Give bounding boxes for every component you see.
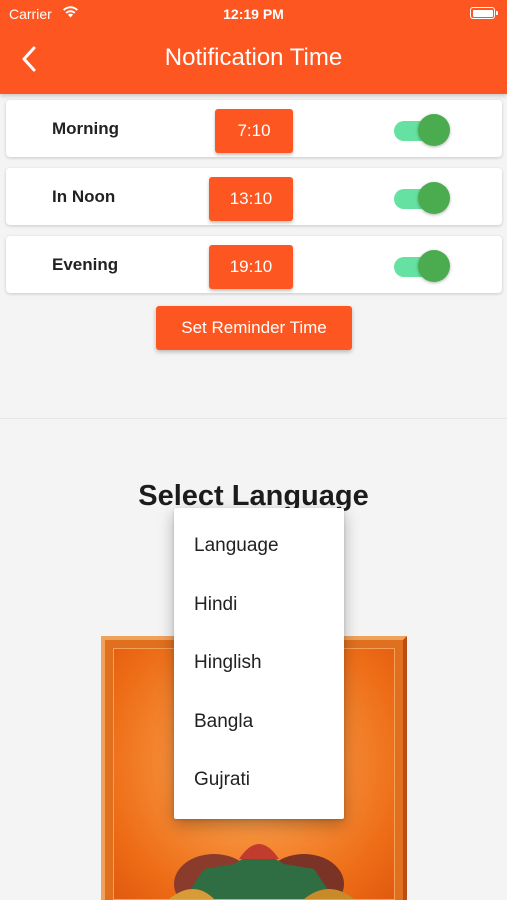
status-bar: Carrier 12:19 PM <box>0 0 507 28</box>
notification-label: In Noon <box>52 187 116 206</box>
toggle-thumb <box>418 250 450 282</box>
language-option-bangla[interactable]: Bangla <box>174 693 344 752</box>
language-dropdown-menu: Language Hindi Hinglish Bangla Gujrati <box>174 508 344 819</box>
time-button-evening[interactable]: 19:10 <box>209 245 293 289</box>
app-header: Carrier 12:19 PM Notification Time <box>0 0 507 94</box>
notification-label: Morning <box>52 119 120 138</box>
notification-row-morning: Morning 7:10 <box>6 100 502 157</box>
language-option-hinglish[interactable]: Hinglish <box>174 634 344 693</box>
set-reminder-button[interactable]: Set Reminder Time <box>156 306 352 350</box>
time-button-morning[interactable]: 7:10 <box>215 109 293 153</box>
notification-row-noon: In Noon 13:10 <box>6 168 502 225</box>
toggle-thumb <box>418 114 450 146</box>
notification-row-evening: Evening 19:10 <box>6 236 502 293</box>
section-divider <box>0 418 507 419</box>
toggle-morning[interactable] <box>394 114 452 146</box>
language-option[interactable]: Language <box>174 517 344 576</box>
language-option-hindi[interactable]: Hindi <box>174 576 344 635</box>
toggle-thumb <box>418 182 450 214</box>
toggle-evening[interactable] <box>394 250 452 282</box>
notification-label: Evening <box>52 255 119 274</box>
toggle-noon[interactable] <box>394 182 452 214</box>
status-time: 12:19 PM <box>223 6 284 22</box>
language-option-gujrati[interactable]: Gujrati <box>174 751 344 810</box>
battery-icon <box>470 7 498 19</box>
page-title: Notification Time <box>164 44 343 71</box>
time-button-noon[interactable]: 13:10 <box>209 177 293 221</box>
